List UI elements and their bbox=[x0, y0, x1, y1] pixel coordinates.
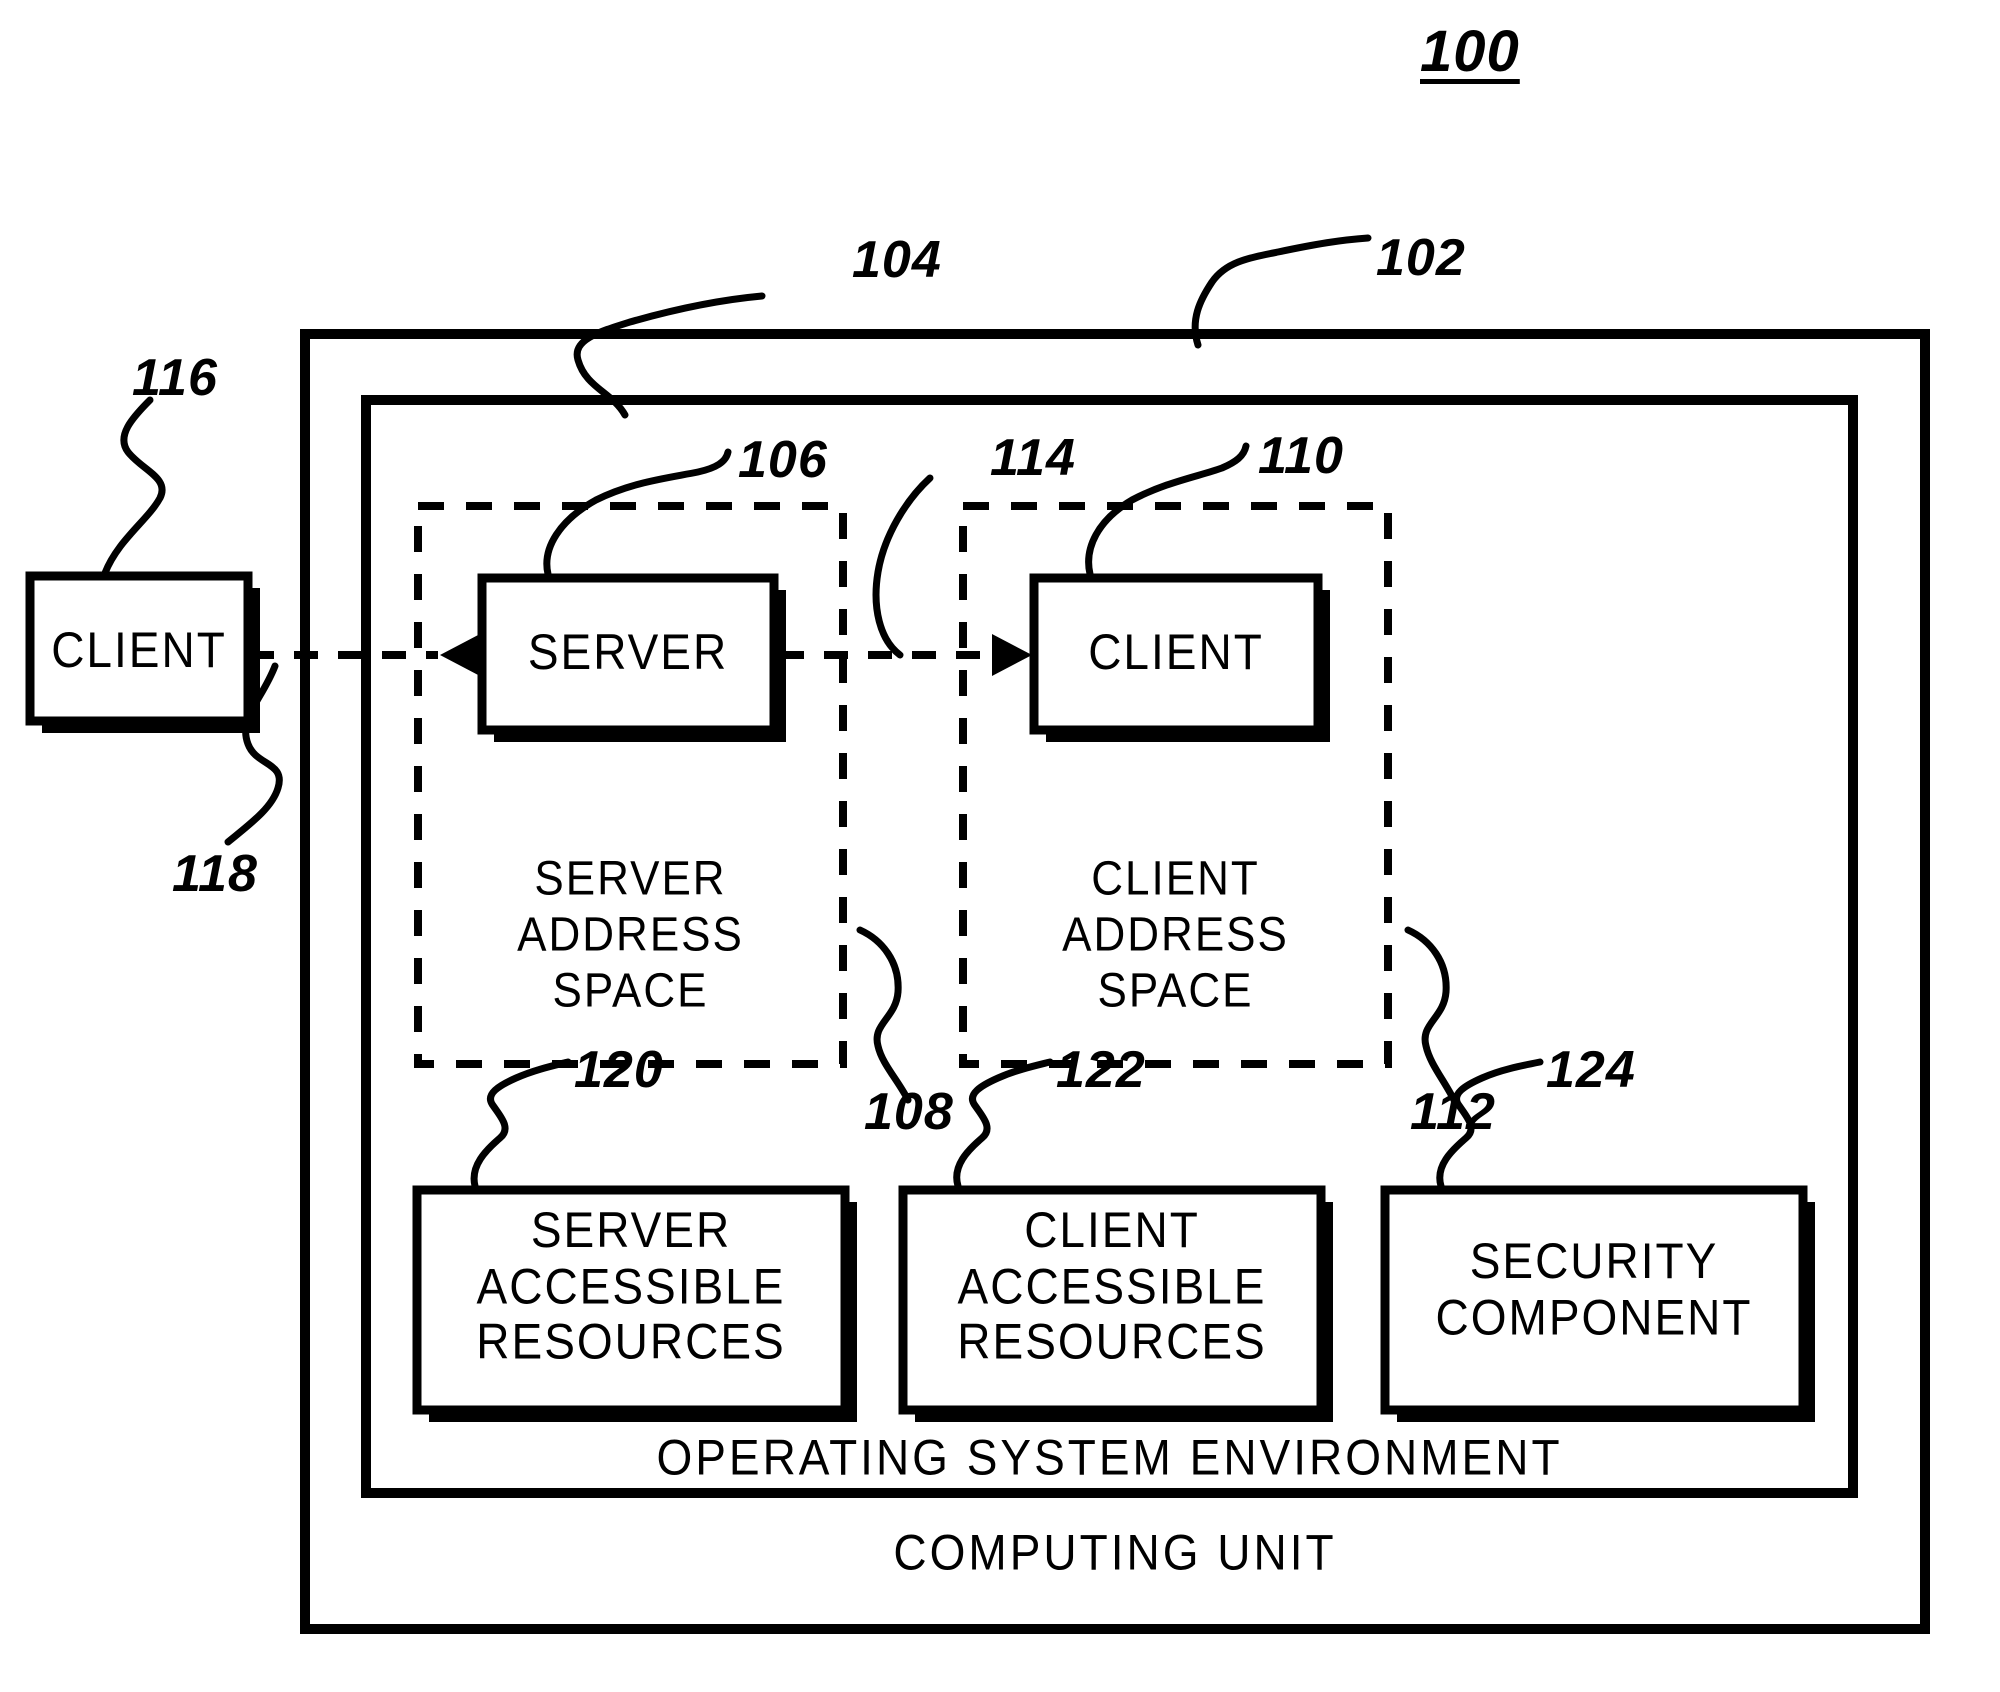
client-input-arrowhead bbox=[992, 634, 1032, 676]
leader-106 bbox=[543, 448, 732, 578]
internal-client-label: CLIENT bbox=[1088, 623, 1264, 681]
reference-numeral-112: 112 bbox=[1410, 1083, 1496, 1141]
reference-numeral-116: 116 bbox=[132, 349, 218, 407]
reference-numeral-104: 104 bbox=[852, 231, 942, 289]
reference-numeral-118: 118 bbox=[172, 845, 258, 903]
reference-numeral-122: 122 bbox=[1056, 1041, 1146, 1099]
figure-number-100: 100 bbox=[1420, 19, 1520, 84]
external-client-label: CLIENT bbox=[51, 621, 227, 679]
operating-system-environment-label: OPERATING SYSTEM ENVIRONMENT bbox=[656, 1428, 1563, 1486]
leader-114 bbox=[872, 474, 934, 659]
security-component-label: SECURITY COMPONENT bbox=[1435, 1232, 1753, 1345]
reference-numeral-102: 102 bbox=[1376, 229, 1466, 287]
server-address-space-label: SERVER ADDRESS SPACE bbox=[517, 851, 744, 1018]
reference-numeral-106: 106 bbox=[738, 431, 828, 489]
leader-122 bbox=[953, 1058, 1054, 1190]
reference-numeral-124: 124 bbox=[1546, 1041, 1636, 1099]
leader-120 bbox=[470, 1058, 572, 1190]
client-address-space-label: CLIENT ADDRESS SPACE bbox=[1062, 851, 1289, 1018]
client-accessible-resources-label: CLIENT ACCESSIBLE RESOURCES bbox=[957, 1201, 1267, 1370]
computing-unit-label: COMPUTING UNIT bbox=[893, 1523, 1337, 1581]
reference-numeral-110: 110 bbox=[1258, 427, 1344, 485]
reference-numeral-108: 108 bbox=[864, 1083, 954, 1141]
leader-116 bbox=[101, 396, 166, 577]
leader-112 bbox=[1404, 926, 1458, 1104]
reference-numeral-120: 120 bbox=[574, 1041, 664, 1099]
server-input-arrowhead bbox=[440, 634, 480, 676]
reference-numeral-114: 114 bbox=[990, 429, 1076, 487]
server-accessible-resources-label: SERVER ACCESSIBLE RESOURCES bbox=[476, 1201, 786, 1370]
leader-102 bbox=[1191, 234, 1372, 349]
patent-figure-canvas: 100 104 102 116 106 114 110 118 120 108 … bbox=[0, 0, 2000, 1692]
leader-108 bbox=[856, 926, 912, 1104]
server-label: SERVER bbox=[527, 623, 729, 681]
